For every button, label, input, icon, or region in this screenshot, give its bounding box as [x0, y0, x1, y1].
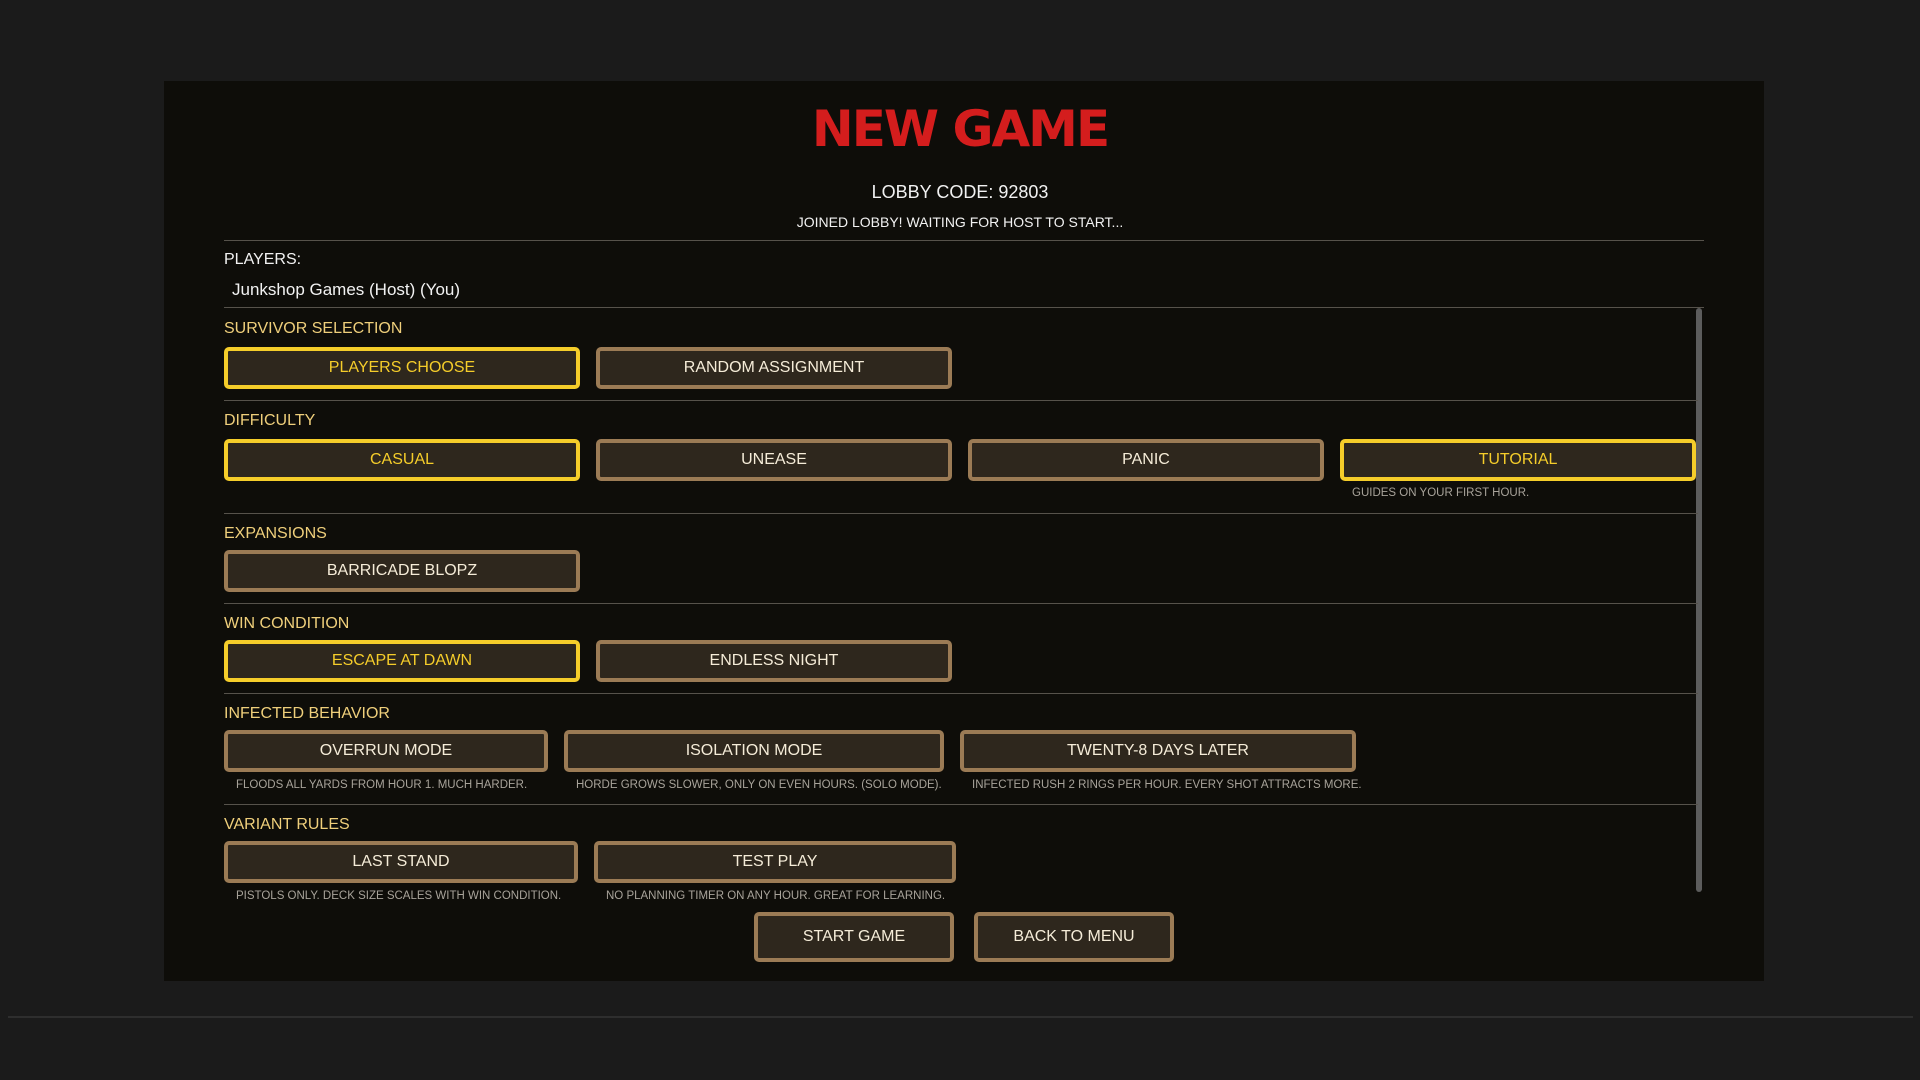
twenty-8-days-later-hint: INFECTED RUSH 2 RINGS PER HOUR. EVERY SH…: [972, 779, 1362, 791]
casual-button[interactable]: CASUAL: [224, 439, 580, 481]
section-divider: [224, 513, 1698, 514]
tutorial-button[interactable]: TUTORIAL: [1340, 439, 1696, 481]
players-choose-button[interactable]: PLAYERS CHOOSE: [224, 347, 580, 389]
divider: [224, 307, 1704, 308]
start-game-button[interactable]: START GAME: [754, 912, 954, 962]
overrun-mode-hint: FLOODS ALL YARDS FROM HOUR 1. MUCH HARDE…: [236, 779, 528, 791]
bottom-divider: [8, 1016, 1913, 1018]
divider: [224, 240, 1704, 241]
player-list-item: Junkshop Games (Host) (You): [232, 280, 461, 299]
unease-button[interactable]: UNEASE: [596, 439, 952, 481]
section-divider: [224, 603, 1698, 604]
barricade-blopz-button[interactable]: BARRICADE BLOPZ: [224, 550, 580, 592]
twenty-8-days-later-button[interactable]: TWENTY-8 DAYS LATER: [960, 730, 1356, 772]
isolation-mode-button[interactable]: ISOLATION MODE: [564, 730, 944, 772]
section-divider: [224, 400, 1698, 401]
endless-night-button[interactable]: ENDLESS NIGHT: [596, 640, 952, 682]
survivor-selection-label: SURVIVOR SELECTION: [224, 320, 403, 337]
panic-button[interactable]: PANIC: [968, 439, 1324, 481]
test-play-hint: NO PLANNING TIMER ON ANY HOUR. GREAT FOR…: [606, 890, 946, 902]
difficulty-label: DIFFICULTY: [224, 412, 316, 429]
isolation-mode-hint: HORDE GROWS SLOWER, ONLY ON EVEN HOURS. …: [576, 779, 942, 791]
back-to-menu-button[interactable]: BACK TO MENU: [974, 912, 1174, 962]
section-divider: [224, 804, 1698, 805]
infected-behavior-label: INFECTED BEHAVIOR: [224, 705, 390, 722]
players-label: PLAYERS:: [224, 251, 302, 268]
section-divider: [224, 693, 1698, 694]
test-play-button[interactable]: TEST PLAY: [594, 841, 956, 883]
random-assignment-button[interactable]: RANDOM ASSIGNMENT: [596, 347, 952, 389]
overrun-mode-button[interactable]: OVERRUN MODE: [224, 730, 548, 772]
page-title: NEW GAME: [811, 100, 1110, 158]
last-stand-hint: PISTOLS ONLY. DECK SIZE SCALES WITH WIN …: [236, 890, 562, 902]
expansions-label: EXPANSIONS: [224, 525, 327, 542]
tutorial-hint: GUIDES ON YOUR FIRST HOUR.: [1352, 487, 1530, 499]
lobby-code: LOBBY CODE: 92803: [871, 182, 1049, 202]
win-condition-label: WIN CONDITION: [224, 615, 350, 632]
variant-rules-label: VARIANT RULES: [224, 816, 350, 833]
lobby-status: JOINED LOBBY! WAITING FOR HOST TO START.…: [796, 214, 1124, 230]
last-stand-button[interactable]: LAST STAND: [224, 841, 578, 883]
escape-at-dawn-button[interactable]: ESCAPE AT DAWN: [224, 640, 580, 682]
